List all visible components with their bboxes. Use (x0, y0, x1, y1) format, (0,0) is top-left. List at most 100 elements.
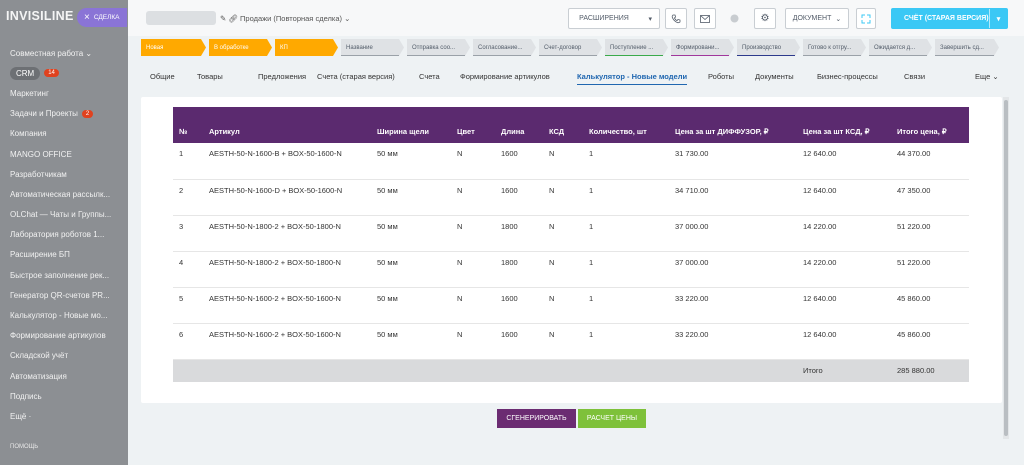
tab-item[interactable]: Бизнес-процессы (817, 72, 878, 81)
sidebar-item[interactable]: Расширение БП (0, 245, 128, 265)
sidebar-item[interactable]: Лаборатория роботов 1... (0, 225, 128, 245)
chevron-down-icon[interactable]: ⌄ (835, 15, 841, 23)
stage-item[interactable]: Ожидается д... (869, 39, 932, 56)
phone-button[interactable] (665, 8, 687, 29)
stage-label: Ожидается д... (874, 44, 916, 51)
stage-label: Новая (146, 44, 164, 51)
settings-button[interactable]: ⚙ (754, 8, 776, 29)
deal-category[interactable]: ✎ 🔗︎ Продажи (Повторная сделка) ⌄ (220, 14, 350, 23)
fullscreen-button[interactable] (856, 8, 876, 29)
chevron-down-icon[interactable]: ▾ (989, 9, 1007, 28)
sidebar-item[interactable]: CRM 14 (0, 63, 128, 83)
stage-label: Согласование... (478, 44, 523, 51)
stage-label: Готово к отгру... (808, 44, 852, 51)
stage-item[interactable]: Поступление ... (605, 39, 668, 56)
stage-item[interactable]: Отправка соо... (407, 39, 470, 56)
stage-item[interactable]: КП (275, 39, 338, 56)
stage-label: В обработке (214, 44, 249, 51)
sidebar-item[interactable]: Формирование артикулов (0, 326, 128, 346)
table-cell: N (451, 323, 495, 360)
table-cell: 1800 (495, 215, 543, 252)
close-icon[interactable]: × (84, 12, 90, 23)
chevron-down-icon[interactable]: ▾ (648, 15, 652, 23)
link-icon[interactable]: 🔗︎ (228, 14, 238, 23)
extensions-button[interactable]: РАСШИРЕНИЯ ▾ (568, 8, 660, 29)
tab-item[interactable]: Предложения (258, 72, 306, 81)
tab-item[interactable]: Счета (старая версия) (317, 72, 395, 81)
document-button[interactable]: ДОКУМЕНТ ⌄ (785, 8, 849, 29)
document-label: ДОКУМЕНТ (792, 15, 832, 22)
table-row: 4 AESTH-50-N-1800-2 + BOX-50-1800-N 50 мм N… (173, 251, 969, 288)
old-invoice-button[interactable]: СЧЁТ (СТАРАЯ ВЕРСИЯ) ▾ (891, 8, 1008, 29)
sidebar-item[interactable]: MANGO OFFICE (0, 144, 128, 164)
deal-tabs: Общие Товары Предложения Счета (старая верс… (141, 64, 1008, 90)
table-cell (583, 359, 669, 382)
stage-item[interactable]: Название (341, 39, 404, 56)
sidebar-item[interactable]: Совместная работа ⌄ (0, 43, 128, 63)
stage-item[interactable]: Согласование... (473, 39, 536, 56)
sidebar-item[interactable]: Маркетинг (0, 83, 128, 103)
table-cell: 2 (173, 179, 203, 216)
table-cell: N (451, 287, 495, 324)
help-link[interactable]: ПОМОЩЬ (10, 444, 38, 450)
table-cell: 50 мм (371, 179, 451, 216)
table-cell: 5 (173, 287, 203, 324)
tab-item[interactable]: Калькулятор - Новые модели (577, 72, 688, 85)
table-cell: N (451, 251, 495, 288)
stage-item[interactable]: Формировани... (671, 39, 734, 56)
stage-item[interactable]: Завершить сд... (935, 39, 999, 56)
deal-header: ✎ 🔗︎ Продажи (Повторная сделка) ⌄ РАСШИР… (128, 0, 1024, 36)
close-deal-pill[interactable]: × СДЕЛКА (77, 8, 127, 27)
email-button[interactable] (694, 8, 716, 29)
tab-item[interactable]: Связи (904, 72, 925, 81)
table-cell: N (451, 215, 495, 252)
scrollbar-thumb[interactable] (1004, 100, 1008, 436)
status-button[interactable] (723, 8, 745, 29)
stage-label: КП (280, 44, 288, 51)
sidebar-item[interactable]: Калькулятор - Новые мо... (0, 305, 128, 325)
sidebar-item-label: Автоматическая рассылк... (10, 189, 111, 199)
tab-item[interactable]: Формирование артикулов (460, 72, 550, 81)
sidebar-item-label: Формирование артикулов (10, 331, 106, 341)
logo[interactable]: INVISILINE (6, 9, 74, 23)
table-cell: 1 (583, 179, 669, 216)
sidebar-item[interactable]: OLChat — Чаты и Группы... (0, 205, 128, 225)
tab-item[interactable]: Счета (419, 72, 440, 81)
sidebar-item[interactable]: Компания (0, 124, 128, 144)
tab-item[interactable]: Документы (755, 72, 794, 81)
stage-item[interactable]: В обработке (209, 39, 272, 56)
sidebar-item[interactable]: Быстрое заполнение рек... (0, 265, 128, 285)
sidebar-item-label: Генератор QR-счетов PR... (10, 290, 110, 300)
sidebar-item[interactable]: Автоматизация (0, 366, 128, 386)
table-cell: AESTH-50-N-1600-2 + BOX-50-1600-N (203, 287, 371, 324)
sidebar-item[interactable]: Ещё · (0, 406, 128, 426)
table-cell: 1 (173, 143, 203, 180)
tab-item[interactable]: Товары (197, 72, 223, 81)
tab-item[interactable]: Еще ⌄ (975, 72, 999, 81)
sidebar-item[interactable]: Подпись (0, 386, 128, 406)
edit-icon[interactable]: ✎ (220, 14, 226, 23)
sidebar-item[interactable]: Складской учёт (0, 346, 128, 366)
sidebar-item[interactable]: Разработчикам (0, 164, 128, 184)
stage-item[interactable]: Готово к отгру... (803, 39, 866, 56)
generate-button[interactable]: СГЕНЕРИРОВАТЬ (497, 409, 576, 428)
sidebar-item[interactable]: Автоматическая рассылк... (0, 184, 128, 204)
table-cell: 1600 (495, 323, 543, 360)
stage-label: Поступление ... (610, 44, 654, 51)
calc-price-button[interactable]: РАСЧЕТ ЦЕНЫ (578, 409, 646, 428)
sidebar-item[interactable]: Задачи и Проекты 2 (0, 104, 128, 124)
expand-icon (861, 14, 871, 23)
table-cell: 44 370.00 (891, 143, 969, 180)
stage-item[interactable]: Производство (737, 39, 800, 56)
tab-item[interactable]: Общие (150, 72, 175, 81)
sidebar-item-label: Разработчикам (10, 169, 67, 179)
sidebar-item-label: Расширение БП (10, 250, 70, 260)
sidebar-item[interactable]: Генератор QR-счетов PR... (0, 285, 128, 305)
tab-item[interactable]: Роботы (708, 72, 734, 81)
calculator-card: № Артикул Ширина щели Цвет Длина КСД Количеств… (141, 97, 1002, 428)
deal-category-label: Продажи (Повторная сделка) ⌄ (240, 14, 351, 23)
stage-item[interactable]: Новая (141, 39, 206, 56)
table-cell: 12 640.00 (797, 287, 891, 324)
stage-item[interactable]: Счет-договор (539, 39, 602, 56)
column-header: № (173, 107, 203, 143)
